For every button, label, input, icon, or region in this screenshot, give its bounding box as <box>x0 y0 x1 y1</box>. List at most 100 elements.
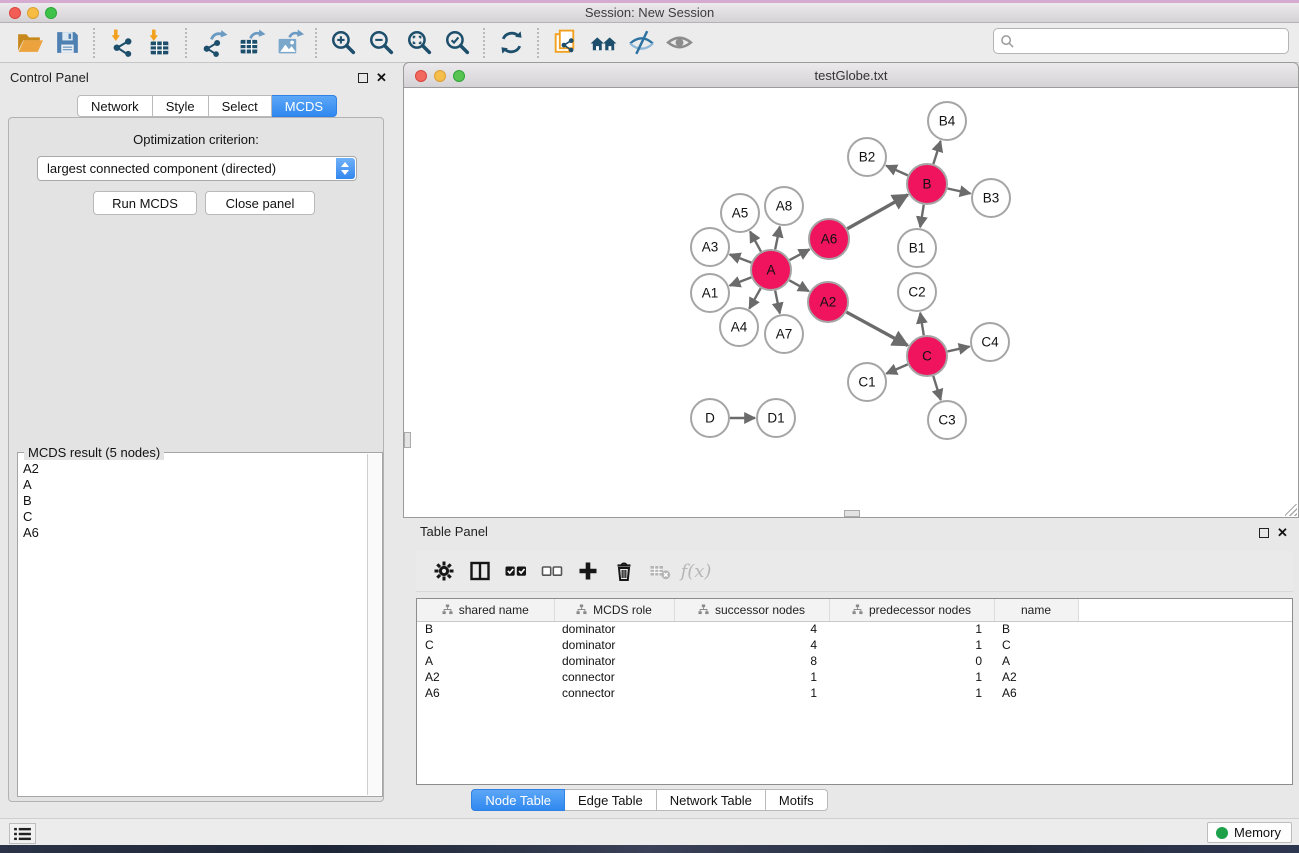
graph-edge-A6-B[interactable] <box>847 195 908 229</box>
app-titlebar[interactable]: Session: New Session <box>0 3 1299 23</box>
table-cell[interactable]: B <box>994 621 1078 637</box>
table-cell[interactable]: dominator <box>554 621 674 637</box>
graph-node-C3[interactable]: C3 <box>928 401 966 439</box>
zoom-in-button[interactable] <box>324 26 362 60</box>
graph-node-A8[interactable]: A8 <box>765 187 803 225</box>
table-cell[interactable]: dominator <box>554 637 674 653</box>
mcds-result-item[interactable]: A2 <box>19 461 366 477</box>
graph-node-B4[interactable]: B4 <box>928 102 966 140</box>
search-input[interactable] <box>1018 30 1284 52</box>
criterion-dropdown[interactable]: largest connected component (directed) <box>37 156 357 181</box>
graph-node-D[interactable]: D <box>691 399 729 437</box>
table-row[interactable]: Adominator80A <box>417 653 1292 669</box>
save-session-button[interactable] <box>48 26 86 60</box>
graph-node-A[interactable]: A <box>751 250 791 290</box>
network-hscroll-thumb[interactable] <box>844 510 860 517</box>
table-cell[interactable]: 1 <box>829 669 994 685</box>
table-cell[interactable]: connector <box>554 685 674 701</box>
graph-edge-A-A7[interactable] <box>775 291 780 314</box>
column-header-name[interactable]: name <box>994 599 1078 621</box>
table-cell[interactable]: A2 <box>417 669 554 685</box>
table-cell[interactable]: connector <box>554 669 674 685</box>
table-cell[interactable]: B <box>417 621 554 637</box>
column-header-shared-name[interactable]: shared name <box>417 599 554 621</box>
table-cell[interactable]: dominator <box>554 653 674 669</box>
zoom-selected-button[interactable] <box>438 26 476 60</box>
network-minimize-button[interactable] <box>434 70 446 82</box>
graph-node-B2[interactable]: B2 <box>848 138 886 176</box>
zoom-out-button[interactable] <box>362 26 400 60</box>
control-panel-close-icon[interactable]: ✕ <box>376 70 387 86</box>
tab-network[interactable]: Network <box>77 95 153 117</box>
graph-edge-C-C2[interactable] <box>920 313 924 336</box>
table-cell[interactable]: A6 <box>417 685 554 701</box>
tab-network-table[interactable]: Network Table <box>657 789 766 811</box>
export-image-button[interactable] <box>270 26 308 60</box>
graph-edge-A-A8[interactable] <box>775 227 780 250</box>
graph-node-B3[interactable]: B3 <box>972 179 1010 217</box>
table-cell[interactable]: A2 <box>994 669 1078 685</box>
table-row[interactable]: A2connector11A2 <box>417 669 1292 685</box>
table-cell[interactable]: 1 <box>674 669 829 685</box>
table-cell[interactable]: C <box>994 637 1078 653</box>
tab-motifs[interactable]: Motifs <box>766 789 828 811</box>
search-box[interactable] <box>993 28 1289 54</box>
table-row[interactable]: Bdominator41B <box>417 621 1292 637</box>
graph-node-A3[interactable]: A3 <box>691 228 729 266</box>
tab-edge-table[interactable]: Edge Table <box>565 789 657 811</box>
mcds-result-item[interactable]: A6 <box>19 525 366 541</box>
table-cell[interactable]: C <box>417 637 554 653</box>
import-network-button[interactable] <box>102 26 140 60</box>
open-session-button[interactable] <box>10 26 48 60</box>
graph-node-A6[interactable]: A6 <box>809 219 849 259</box>
mcds-result-item[interactable]: C <box>19 509 366 525</box>
table-cell[interactable]: 4 <box>674 621 829 637</box>
close-window-button[interactable] <box>9 7 21 19</box>
table-row[interactable]: Cdominator41C <box>417 637 1292 653</box>
zoom-window-button[interactable] <box>45 7 57 19</box>
graph-node-A4[interactable]: A4 <box>720 308 758 346</box>
graph-node-D1[interactable]: D1 <box>757 399 795 437</box>
export-table-button[interactable] <box>232 26 270 60</box>
mcds-result-item[interactable]: A <box>19 477 366 493</box>
graph-edge-A-A1[interactable] <box>730 277 752 285</box>
graph-node-C4[interactable]: C4 <box>971 323 1009 361</box>
select-all-button[interactable] <box>504 558 528 584</box>
deselect-all-button[interactable] <box>540 558 564 584</box>
table-cell[interactable]: A <box>994 653 1078 669</box>
mcds-result-item[interactable]: B <box>19 493 366 509</box>
table-cell[interactable]: A6 <box>994 685 1078 701</box>
network-resize-grip[interactable] <box>1285 504 1297 516</box>
network-zoom-button[interactable] <box>453 70 465 82</box>
control-panel-float-icon[interactable] <box>358 73 368 83</box>
column-header-predecessor-nodes[interactable]: predecessor nodes <box>829 599 994 621</box>
graph-edge-A-A6[interactable] <box>790 249 810 260</box>
network-close-button[interactable] <box>415 70 427 82</box>
close-panel-button[interactable]: Close panel <box>205 191 315 215</box>
column-header-mcds-role[interactable]: MCDS role <box>554 599 674 621</box>
first-neighbors-button[interactable] <box>584 26 622 60</box>
table-cell[interactable]: 1 <box>829 637 994 653</box>
table-cell[interactable]: 4 <box>674 637 829 653</box>
show-all-button[interactable] <box>660 26 698 60</box>
toggle-panel-layout-button[interactable] <box>468 558 492 584</box>
graph-node-C1[interactable]: C1 <box>848 363 886 401</box>
graph-edge-B-B3[interactable] <box>948 188 971 193</box>
graph-node-C[interactable]: C <box>907 336 947 376</box>
graph-edge-C-C3[interactable] <box>933 376 940 400</box>
network-vscroll-thumb[interactable] <box>404 432 411 448</box>
graph-edge-A-A2[interactable] <box>789 280 809 291</box>
graph-edge-B-B2[interactable] <box>886 166 908 176</box>
graph-node-C2[interactable]: C2 <box>898 273 936 311</box>
table-cell[interactable]: 8 <box>674 653 829 669</box>
memory-button[interactable]: Memory <box>1207 822 1292 843</box>
export-network-button[interactable] <box>194 26 232 60</box>
table-cell[interactable]: 0 <box>829 653 994 669</box>
table-cell[interactable]: 1 <box>674 685 829 701</box>
table-cell[interactable]: 1 <box>829 685 994 701</box>
graph-edge-A-A4[interactable] <box>749 288 760 308</box>
graph-node-A5[interactable]: A5 <box>721 194 759 232</box>
graph-node-A1[interactable]: A1 <box>691 274 729 312</box>
table-cell[interactable]: 1 <box>829 621 994 637</box>
network-canvas[interactable]: B4B2BB3A8A5A6A3B1AA1C2A2A4A7C4CC1C3DD1 <box>403 88 1299 518</box>
